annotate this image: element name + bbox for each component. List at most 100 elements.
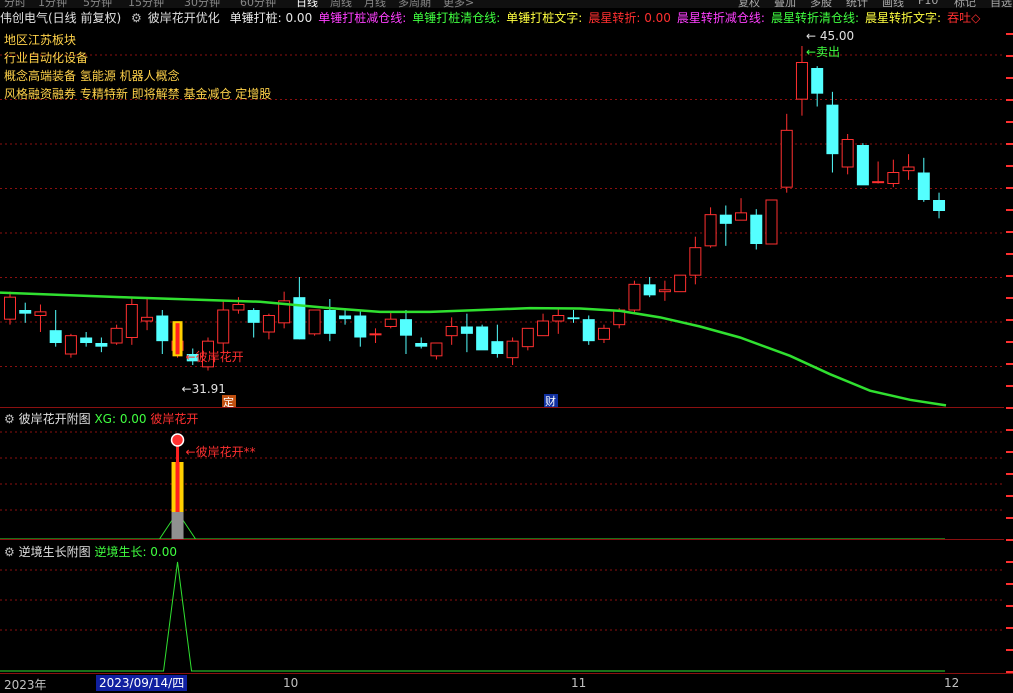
candle-body (49, 330, 62, 343)
candle-body (125, 304, 138, 338)
indicator-field: 晨星转折: 0.00 (588, 11, 671, 25)
indicator-field: 单锤打桩文字: (506, 11, 583, 25)
indicator-name[interactable]: 彼岸花开优化 (148, 11, 220, 25)
candle-body (460, 326, 473, 334)
candle-body (628, 283, 641, 311)
candle-body (567, 317, 580, 320)
candle-body (491, 341, 504, 354)
sub1-signal-text: ←彼岸花开** (186, 444, 256, 459)
info-region: 地区江苏板块 (4, 33, 77, 47)
top-menu-item[interactable]: 月线 (364, 0, 386, 8)
candle-body (735, 212, 748, 221)
indicator-field: 单锤打桩: 0.00 (229, 11, 313, 25)
candle-body (110, 327, 123, 344)
indicator-field: 单锤打桩清仓线: (412, 11, 501, 25)
indicator-field: 晨星转折减仓线: (676, 11, 765, 25)
candle-body (19, 310, 32, 314)
candle-body (856, 145, 869, 186)
axis-month-11: 11 (571, 676, 587, 690)
info-industry: 行业自动化设备 (4, 51, 89, 65)
candle-body (156, 315, 169, 342)
candle-body (917, 172, 930, 200)
axis-year: 2023年 (4, 678, 47, 692)
top-menu-item[interactable]: 分时 (4, 0, 26, 8)
date-axis: 2023年 2023/09/14/四 10 11 12 (0, 673, 1013, 693)
top-menu-right-item[interactable]: 统计 (846, 0, 868, 8)
low-price-label: ←31.91 (182, 382, 226, 396)
top-menu-item[interactable]: 30分钟 (184, 0, 220, 8)
sell-label: ←卖出 (806, 45, 840, 59)
candle-body (34, 311, 47, 317)
gear-icon[interactable]: ⚙ (131, 11, 142, 25)
signal-candle-core (175, 323, 180, 355)
candle-body (552, 315, 565, 322)
top-menu-right-item[interactable]: 画线 (882, 0, 904, 8)
right-scale-strip (1006, 33, 1013, 673)
candle-body (141, 316, 154, 322)
indicator-fields: 单锤打桩: 0.00 单锤打桩减仓线: 单锤打桩清仓线: 单锤打桩文字: 晨星转折: 0… (230, 11, 987, 25)
candle-body (476, 326, 489, 351)
top-menu-item[interactable]: 更多> (443, 0, 474, 8)
candle-body (247, 310, 260, 323)
candle-body (689, 247, 702, 276)
sub2-title: ⚙ 逆境生长附图 逆境生长: 0.00 (4, 543, 177, 560)
sub2-value: 逆境生长: 0.00 (94, 545, 178, 559)
top-menu-item[interactable]: 15分钟 (128, 0, 164, 8)
cursor-date-box: 2023/09/14/四 (96, 675, 188, 691)
gear-icon[interactable]: ⚙ (4, 545, 15, 559)
sub-chart-biaohuakai[interactable]: ←彼岸花开** (0, 408, 1004, 540)
candle-body (887, 172, 900, 184)
top-menu-right-item[interactable]: 叠加 (774, 0, 796, 8)
moving-average-line (0, 291, 947, 407)
top-menu-bar[interactable]: 分时 1分钟 5分钟 15分钟 30分钟 60分钟 日线 周线 月线 多周期 更多> 复权 叠加 多股 统计… (0, 0, 1013, 8)
candle-body (780, 129, 793, 188)
candle-body (872, 181, 885, 184)
cai-badge[interactable]: 财 (545, 394, 556, 408)
top-menu-item[interactable]: 多周期 (398, 0, 431, 8)
candle-body (841, 139, 854, 168)
top-menu-item[interactable]: 日线 (296, 0, 318, 8)
top-menu-item[interactable]: 周线 (330, 0, 352, 8)
gear-icon[interactable]: ⚙ (4, 412, 15, 426)
sub1-title: ⚙ 彼岸花开附图 XG: 0.00 彼岸花开 (4, 410, 198, 427)
sub2-name[interactable]: 逆境生长附图 (19, 545, 91, 559)
candle-body (232, 304, 245, 311)
candle-body (811, 68, 824, 94)
candle-body (719, 214, 732, 224)
candle-body (64, 335, 77, 355)
candle-body (323, 310, 336, 334)
candle-body (217, 309, 230, 344)
top-menu-right-item[interactable]: 多股 (810, 0, 832, 8)
candle-body (95, 343, 108, 347)
top-menu-item[interactable]: 5分钟 (83, 0, 112, 8)
candle-body (674, 274, 687, 293)
candle-body (704, 214, 717, 247)
candle-body (902, 166, 915, 172)
top-menu-right-item[interactable]: 复权 (738, 0, 760, 8)
candle-body (293, 297, 306, 340)
top-menu-right-item[interactable]: 自选 (990, 0, 1012, 8)
top-menu-right-item[interactable]: F10 (918, 0, 938, 7)
candle-body (597, 327, 610, 340)
candle-body (582, 319, 595, 342)
axis-month-10: 10 (283, 676, 299, 690)
sub1-name[interactable]: 彼岸花开附图 (19, 412, 91, 426)
stock-title[interactable]: 伟创电气(日线 前复权) (0, 11, 121, 25)
candle-body (537, 320, 550, 337)
candle-body (369, 333, 382, 336)
top-menu-right-item[interactable]: 标记 (954, 0, 976, 8)
candle-body (445, 326, 458, 337)
candle-body (795, 62, 808, 100)
title-row: 伟创电气(日线 前复权) ⚙ 彼岸花开优化 单锤打桩: 0.00 单锤打桩减仓线: 单… (0, 9, 1013, 27)
nijing-line (0, 561, 945, 672)
signal-bar-core (175, 462, 180, 512)
top-menu-item[interactable]: 60分钟 (240, 0, 276, 8)
top-menu-item[interactable]: 1分钟 (38, 0, 67, 8)
ding-badge[interactable]: 定 (223, 395, 234, 408)
candle-body (262, 315, 275, 333)
signal-base-bar (171, 512, 184, 539)
indicator-field: 晨星转折文字: (865, 11, 942, 25)
candle-body (430, 342, 443, 357)
signal-dot (170, 433, 185, 447)
signal-label: ←彼岸花开 (186, 349, 244, 364)
